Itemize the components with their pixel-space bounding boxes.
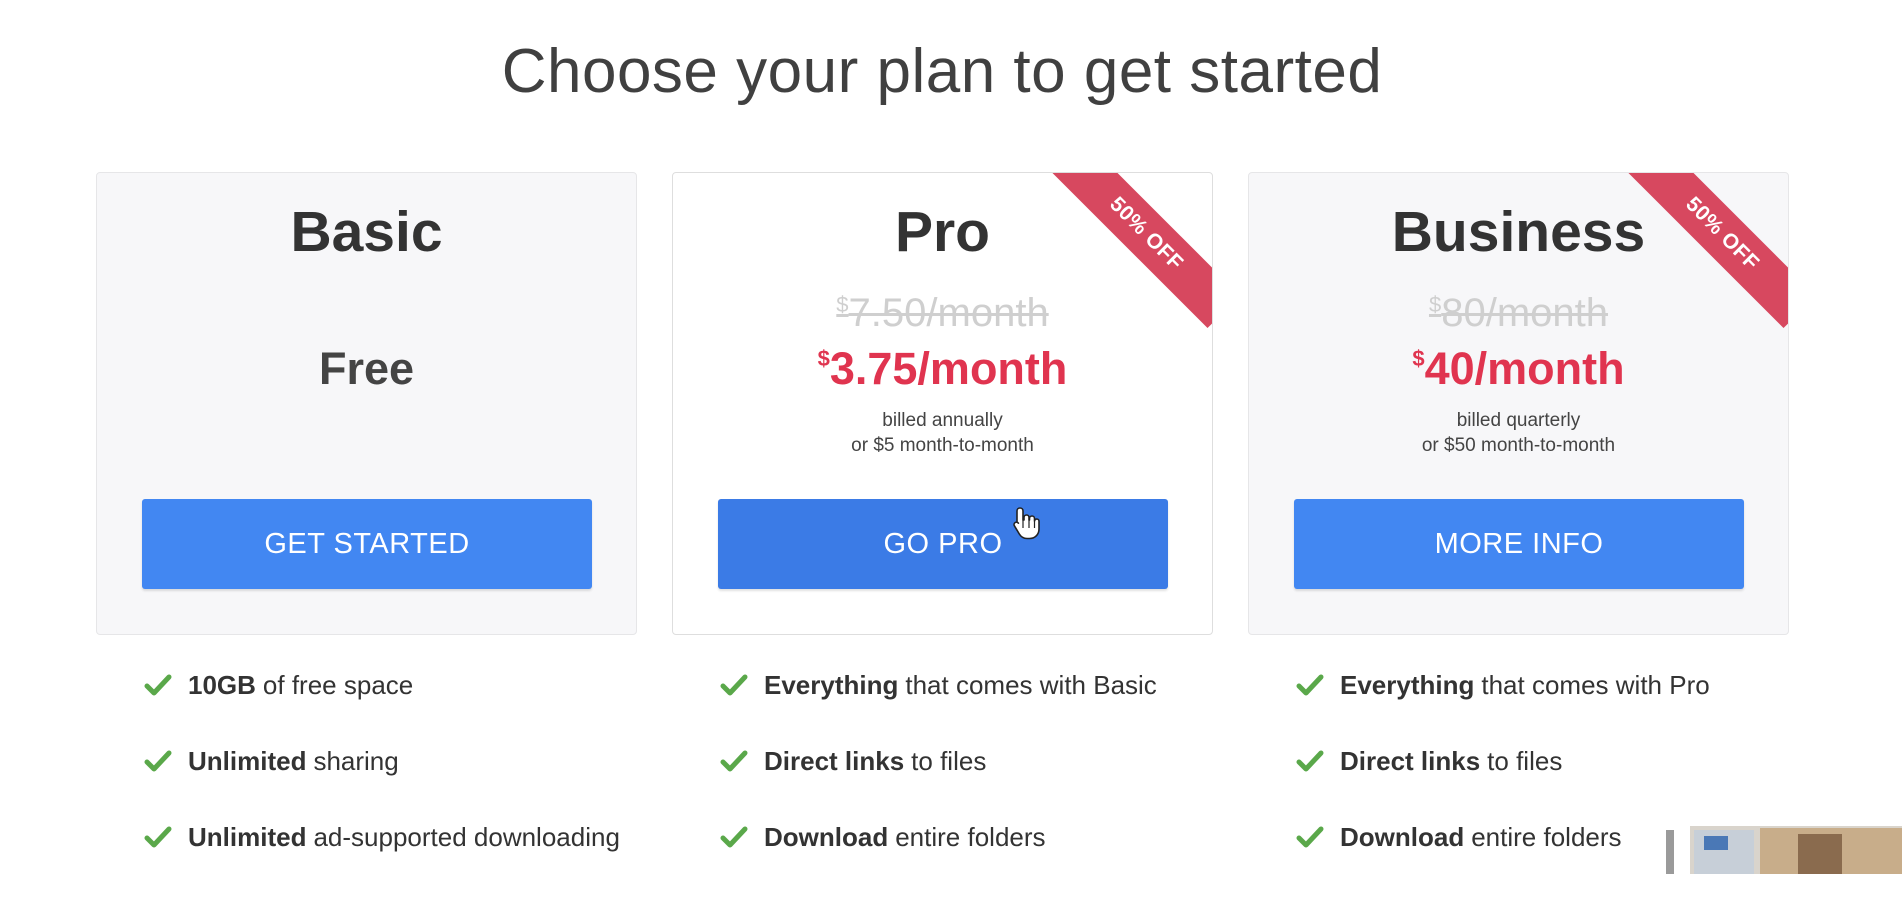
discounted-price: $3.75/month (673, 343, 1212, 395)
feature-item: Unlimited ad-supported downloading (144, 822, 620, 898)
more-info-button[interactable]: MORE INFO (1294, 499, 1744, 589)
check-icon (144, 750, 172, 772)
billing-period: billed annually (882, 410, 1003, 431)
plan-card-pro: Pro 50% OFF $7.50/month $3.75/month bill… (672, 172, 1213, 635)
feature-highlight: Unlimited (188, 822, 307, 852)
feature-item: Unlimited sharing (144, 746, 620, 822)
discounted-price: $40/month (1249, 343, 1788, 395)
webcam-thumbnail (1660, 826, 1902, 874)
check-icon (1296, 826, 1324, 848)
plan-price: Free (318, 343, 415, 394)
feature-list-business: Everything that comes with Pro Direct lin… (1296, 670, 1710, 898)
feature-item: Direct links to files (720, 746, 1157, 822)
plan-card-business: Business 50% OFF $80/month $40/month bil… (1248, 172, 1789, 635)
currency-symbol: $ (817, 346, 830, 371)
check-icon (1296, 674, 1324, 696)
feature-highlight: Download (764, 822, 889, 852)
feature-item: Everything that comes with Pro (1296, 670, 1710, 746)
feature-text: ad-supported downloading (313, 822, 620, 852)
feature-highlight: Direct links (1340, 746, 1481, 776)
discounted-price-value: 3.75/month (829, 343, 1068, 394)
check-icon (720, 750, 748, 772)
check-icon (720, 674, 748, 696)
discounted-price-value: 40/month (1424, 343, 1625, 394)
original-price-value: 7.50/month (848, 291, 1049, 335)
check-icon (144, 826, 172, 848)
feature-text: sharing (313, 746, 399, 776)
feature-text: that comes with Basic (905, 670, 1157, 700)
currency-symbol: $ (1412, 346, 1425, 371)
feature-item: Download entire folders (720, 822, 1157, 898)
plan-name: Basic (290, 200, 443, 264)
feature-item: Everything that comes with Basic (720, 670, 1157, 746)
feature-text: to files (911, 746, 987, 776)
feature-highlight: Direct links (764, 746, 905, 776)
billing-alternative: or $5 month-to-month (851, 435, 1034, 456)
check-icon (144, 674, 172, 696)
feature-list-basic: 10GB of free space Unlimited sharing Unlim… (144, 670, 620, 898)
plan-card-basic: Basic Free GET STARTED (96, 172, 637, 635)
go-pro-button[interactable]: GO PRO (718, 499, 1168, 589)
feature-text: entire folders (895, 822, 1046, 852)
feature-item: 10GB of free space (144, 670, 620, 746)
feature-highlight: Everything (1340, 670, 1475, 700)
billing-alternative: or $50 month-to-month (1421, 435, 1616, 456)
billing-period: billed quarterly (1456, 410, 1581, 431)
check-icon (720, 826, 748, 848)
currency-symbol: $ (836, 292, 849, 317)
feature-text: that comes with Pro (1481, 670, 1710, 700)
feature-item: Direct links to files (1296, 746, 1710, 822)
feature-highlight: 10GB (188, 670, 256, 700)
feature-highlight: Unlimited (188, 746, 307, 776)
original-price: $7.50/month (673, 291, 1212, 336)
feature-text: of free space (262, 670, 414, 700)
get-started-button[interactable]: GET STARTED (142, 499, 592, 589)
feature-list-pro: Everything that comes with Basic Direct l… (720, 670, 1157, 898)
feature-text: to files (1487, 746, 1563, 776)
feature-highlight: Download (1340, 822, 1465, 852)
currency-symbol: $ (1428, 292, 1442, 317)
original-price-value: 80/month (1441, 291, 1609, 335)
check-icon (1296, 750, 1324, 772)
feature-highlight: Everything (764, 670, 899, 700)
hand-cursor-icon (1013, 507, 1040, 540)
page-title: Choose your plan to get started (501, 37, 1383, 106)
feature-item: Download entire folders (1296, 822, 1710, 898)
feature-text: entire folders (1471, 822, 1622, 852)
original-price: $80/month (1249, 291, 1788, 336)
